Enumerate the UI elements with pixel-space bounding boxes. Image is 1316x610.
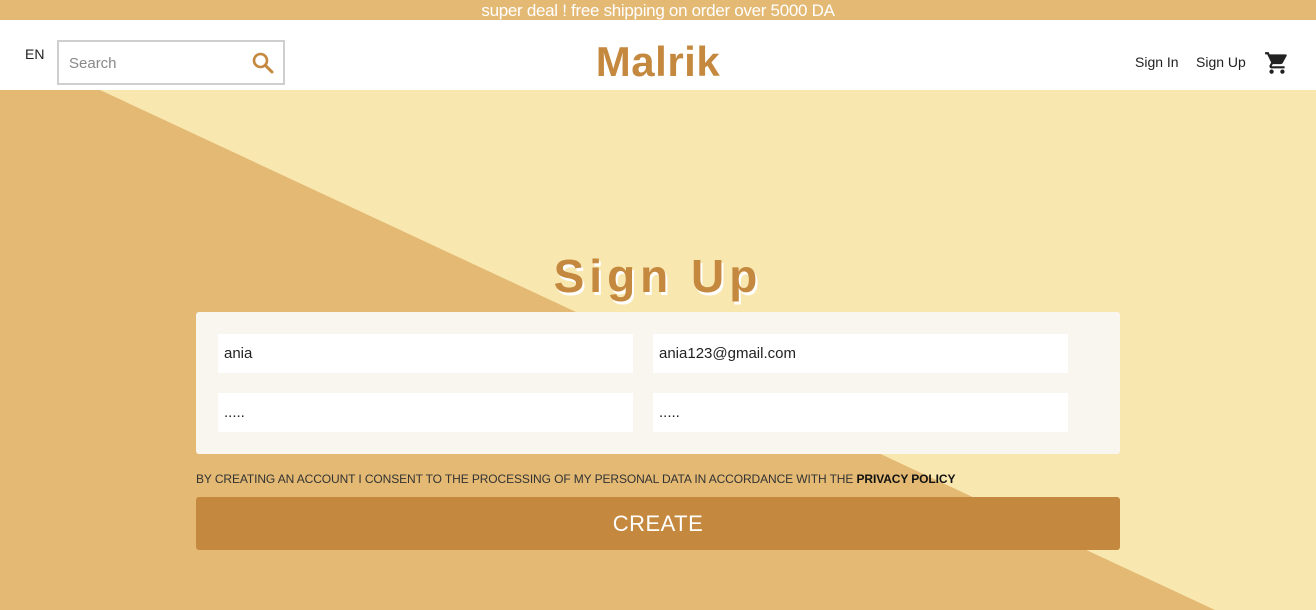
password-field[interactable] <box>218 393 633 432</box>
announcement-bar: super deal ! free shipping on order over… <box>0 0 1316 20</box>
cart-icon[interactable] <box>1264 50 1290 76</box>
sign-in-link[interactable]: Sign In <box>1135 54 1179 70</box>
email-field[interactable] <box>653 334 1068 373</box>
navbar: EN Malrik Sign In Sign Up <box>0 20 1316 90</box>
page-title: Sign Up <box>553 249 763 302</box>
create-account-button[interactable]: CREATE <box>196 497 1120 550</box>
logo[interactable]: Malrik <box>596 38 720 86</box>
announcement-text: super deal ! free shipping on order over… <box>481 1 835 20</box>
sign-up-link[interactable]: Sign Up <box>1196 54 1246 70</box>
search-icon[interactable] <box>251 51 275 75</box>
consent-text: BY CREATING AN ACCOUNT I CONSENT TO THE … <box>196 472 955 486</box>
search-input[interactable] <box>67 48 237 78</box>
signup-form <box>196 312 1120 454</box>
privacy-policy-link[interactable]: PRIVACY POLICY <box>857 472 956 486</box>
consent-statement: BY CREATING AN ACCOUNT I CONSENT TO THE … <box>196 472 857 486</box>
confirm-password-field[interactable] <box>653 393 1068 432</box>
signup-section: Sign Up BY CREATING AN ACCOUNT I CONSENT… <box>0 90 1316 610</box>
language-selector[interactable]: EN <box>25 46 44 62</box>
search-box <box>57 40 285 85</box>
username-field[interactable] <box>218 334 633 373</box>
